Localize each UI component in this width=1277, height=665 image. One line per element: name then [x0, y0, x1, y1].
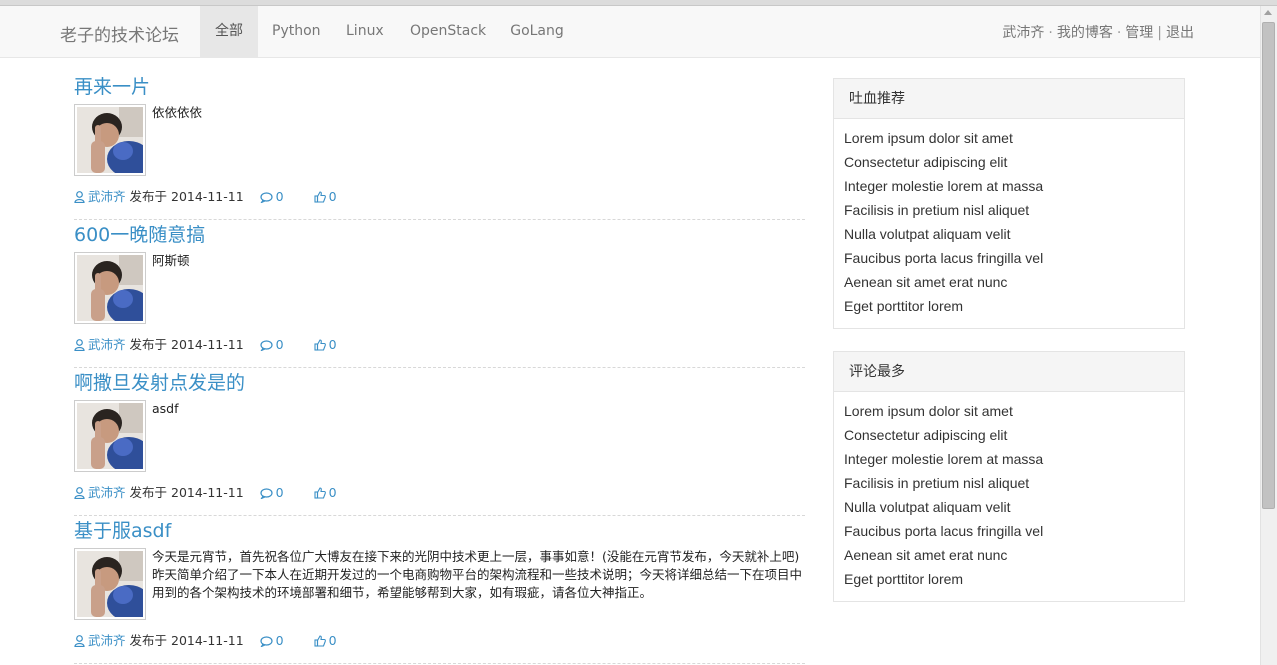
- post-meta: 武沛齐 发布于 2014-11-11 0 0: [74, 334, 337, 354]
- post-summary: 今天是元宵节，首先祝各位广大博友在接下来的光阴中技术更上一层，事事如意！(没能在…: [152, 549, 803, 600]
- tab-all[interactable]: 全部: [200, 6, 258, 57]
- published-label: 发布于: [129, 633, 168, 648]
- list-item[interactable]: Facilisis in pretium nisl aliquet: [844, 198, 1174, 222]
- list-item[interactable]: Integer molestie lorem at massa: [844, 447, 1174, 471]
- list-item[interactable]: Consectetur adipiscing elit: [844, 150, 1174, 174]
- thumbs-up-icon: [314, 191, 326, 206]
- post-item: 啊撒旦发射点发是的 asdf 武沛齐 发布于 2014-11-11 0 0: [74, 368, 805, 516]
- comments-count: 0: [275, 633, 284, 648]
- most-comments-list: Lorem ipsum dolor sit amet Consectetur a…: [834, 392, 1184, 601]
- likes-link[interactable]: 0: [314, 337, 337, 352]
- tab-openstack[interactable]: OpenStack: [396, 6, 496, 57]
- post-date: 2014-11-11: [171, 337, 244, 352]
- author-avatar[interactable]: [74, 252, 146, 324]
- list-item[interactable]: Lorem ipsum dolor sit amet: [844, 126, 1174, 150]
- author-avatar[interactable]: [74, 104, 146, 176]
- list-item[interactable]: Eget porttitor lorem: [844, 294, 1174, 318]
- user-icon: [74, 487, 85, 502]
- scroll-up-arrow-icon[interactable]: [1264, 10, 1272, 15]
- comment-icon: [259, 635, 273, 650]
- user-icon: [74, 635, 85, 650]
- author-avatar[interactable]: [74, 548, 146, 620]
- likes-link[interactable]: 0: [314, 485, 337, 500]
- comments-link[interactable]: 0: [259, 189, 284, 206]
- author-link[interactable]: 武沛齐: [88, 633, 126, 648]
- post-item: 再来一片 依依依依 武沛齐 发布于 2014-11-11 0 0: [74, 72, 805, 220]
- tab-golang[interactable]: GoLang: [496, 6, 578, 57]
- list-item[interactable]: Aenean sit amet erat nunc: [844, 543, 1174, 567]
- author-link[interactable]: 武沛齐: [88, 189, 126, 204]
- thumbs-up-icon: [314, 487, 326, 502]
- post-summary: 阿斯顿: [152, 253, 190, 268]
- user-name-link[interactable]: 武沛齐: [1002, 25, 1044, 41]
- recommended-list: Lorem ipsum dolor sit amet Consectetur a…: [834, 119, 1184, 328]
- post-title[interactable]: 基于服asdf: [74, 516, 171, 543]
- likes-link[interactable]: 0: [314, 633, 337, 648]
- admin-link[interactable]: 管理: [1125, 25, 1153, 41]
- published-label: 发布于: [129, 485, 168, 500]
- most-comments-panel: 评论最多 Lorem ipsum dolor sit amet Consecte…: [833, 351, 1185, 602]
- list-item[interactable]: Faucibus porta lacus fringilla vel: [844, 519, 1174, 543]
- comments-count: 0: [275, 485, 284, 500]
- comment-icon: [259, 487, 273, 502]
- post-date: 2014-11-11: [171, 189, 244, 204]
- comments-count: 0: [275, 189, 284, 204]
- published-label: 发布于: [129, 337, 168, 352]
- thumbs-up-icon: [314, 339, 326, 354]
- post-title[interactable]: 600一晚随意搞: [74, 220, 205, 247]
- post-date: 2014-11-11: [171, 633, 244, 648]
- comment-icon: [259, 191, 273, 206]
- tab-linux[interactable]: Linux: [332, 6, 396, 57]
- list-item[interactable]: Facilisis in pretium nisl aliquet: [844, 471, 1174, 495]
- navbar: 老子的技术论坛 全部 Python Linux OpenStack GoLang…: [0, 6, 1260, 58]
- recommended-panel: 吐血推荐 Lorem ipsum dolor sit amet Consecte…: [833, 78, 1185, 329]
- list-item[interactable]: Aenean sit amet erat nunc: [844, 270, 1174, 294]
- logout-link[interactable]: 退出: [1166, 25, 1194, 41]
- site-brand[interactable]: 老子的技术论坛: [60, 21, 179, 46]
- comments-link[interactable]: 0: [259, 485, 284, 502]
- post-meta: 武沛齐 发布于 2014-11-11 0 0: [74, 186, 337, 206]
- panel-title: 评论最多: [834, 352, 1184, 392]
- list-item[interactable]: Integer molestie lorem at massa: [844, 174, 1174, 198]
- post-summary: 依依依依: [152, 105, 203, 120]
- user-icon: [74, 339, 85, 354]
- author-avatar[interactable]: [74, 400, 146, 472]
- post-date: 2014-11-11: [171, 485, 244, 500]
- author-link[interactable]: 武沛齐: [88, 485, 126, 500]
- my-blog-link[interactable]: 我的博客: [1057, 25, 1113, 41]
- post-item: 基于服asdf 今天是元宵节，首先祝各位广大博友在接下来的光阴中技术更上一层，事…: [74, 516, 805, 664]
- comments-link[interactable]: 0: [259, 337, 284, 354]
- comments-count: 0: [275, 337, 284, 352]
- scrollbar-thumb[interactable]: [1262, 22, 1275, 509]
- post-meta: 武沛齐 发布于 2014-11-11 0 0: [74, 482, 337, 502]
- list-item[interactable]: Faucibus porta lacus fringilla vel: [844, 246, 1174, 270]
- published-label: 发布于: [129, 189, 168, 204]
- user-icon: [74, 191, 85, 206]
- author-link[interactable]: 武沛齐: [88, 337, 126, 352]
- list-item[interactable]: Lorem ipsum dolor sit amet: [844, 399, 1174, 423]
- likes-count: 0: [328, 633, 337, 648]
- nav-separator: ·: [1048, 25, 1053, 41]
- panel-title: 吐血推荐: [834, 79, 1184, 119]
- nav-separator: ·: [1116, 25, 1122, 41]
- post-summary: asdf: [152, 401, 179, 416]
- likes-link[interactable]: 0: [314, 189, 337, 204]
- nav-separator: |: [1157, 25, 1162, 41]
- list-item[interactable]: Nulla volutpat aliquam velit: [844, 222, 1174, 246]
- comment-icon: [259, 339, 273, 354]
- list-item[interactable]: Nulla volutpat aliquam velit: [844, 495, 1174, 519]
- post-title[interactable]: 啊撒旦发射点发是的: [74, 368, 245, 395]
- tab-python[interactable]: Python: [258, 6, 332, 57]
- likes-count: 0: [328, 189, 337, 204]
- likes-count: 0: [328, 337, 337, 352]
- post-item: 600一晚随意搞 阿斯顿 武沛齐 发布于 2014-11-11 0 0: [74, 220, 805, 368]
- post-meta: 武沛齐 发布于 2014-11-11 0 0: [74, 630, 337, 650]
- likes-count: 0: [328, 485, 337, 500]
- comments-link[interactable]: 0: [259, 633, 284, 650]
- post-title[interactable]: 再来一片: [74, 72, 150, 99]
- thumbs-up-icon: [314, 635, 326, 650]
- list-item[interactable]: Consectetur adipiscing elit: [844, 423, 1174, 447]
- list-item[interactable]: Eget porttitor lorem: [844, 567, 1174, 591]
- user-nav: 武沛齐 · 我的博客 · 管理 | 退出: [1002, 22, 1194, 42]
